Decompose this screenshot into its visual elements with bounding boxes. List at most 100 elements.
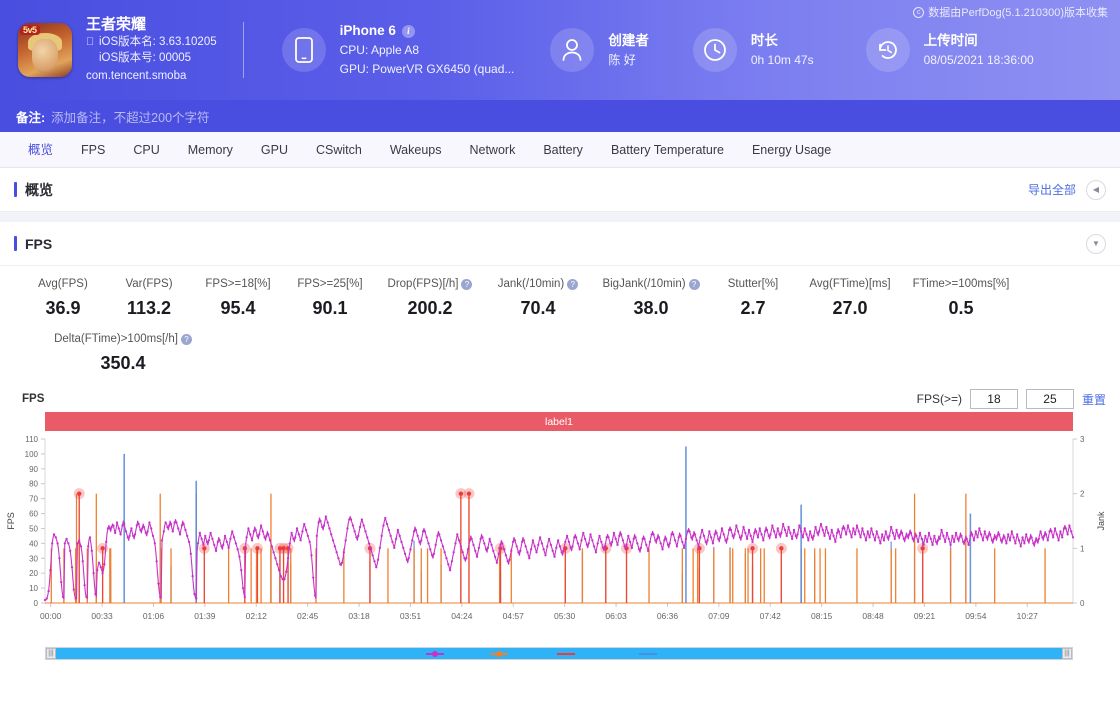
svg-text:30: 30 [29, 554, 38, 563]
tab-cpu[interactable]: CPU [119, 132, 173, 168]
tab-fps[interactable]: FPS [67, 132, 119, 168]
tab-gpu[interactable]: GPU [247, 132, 302, 168]
tab-概览[interactable]: 概览 [14, 132, 67, 168]
fps-chart: FPS FPS(>=) 重置 label1 010203040506070809… [0, 386, 1120, 660]
help-icon[interactable]: ? [567, 279, 578, 290]
scrollbar-handle-left[interactable]: ||| [46, 648, 56, 659]
tab-battery-temperature[interactable]: Battery Temperature [597, 132, 738, 168]
svg-text:Jank: Jank [1096, 511, 1106, 531]
chart-plot-area[interactable]: 0102030405060708090100110FPS0123Jank00:0… [0, 431, 1120, 646]
perfdog-note: c 数据由PerfDog(5.1.210300)版本收集 [913, 4, 1108, 20]
metric-label: FPS>=18[%] [205, 278, 270, 290]
chart-svg[interactable]: 0102030405060708090100110FPS0123Jank00:0… [0, 431, 1120, 646]
tab-network[interactable]: Network [455, 132, 529, 168]
app-package: com.tencent.smoba [86, 68, 217, 85]
metric-2: FPS>=18[%] 95.4 [192, 278, 284, 319]
metric-label: BigJank(/10min)? [602, 278, 699, 290]
duration-label: 时长 [751, 31, 814, 51]
metric-value: 0.5 [948, 298, 973, 319]
duration-value: 0h 10m 47s [751, 51, 814, 70]
svg-text:FPS: FPS [6, 512, 16, 530]
metric-9: FTime>=100ms[%] 0.5 [904, 278, 1018, 319]
metric-label: Drop(FPS)[/h]? [388, 278, 473, 290]
svg-text:04:57: 04:57 [503, 611, 525, 621]
remark-label: 备注: [16, 107, 45, 126]
metric-label: Avg(FPS) [38, 278, 88, 290]
metric-value: 90.1 [312, 298, 347, 319]
app-os-build-row: iOS版本号: 00005 [86, 50, 217, 66]
reset-link[interactable]: 重置 [1082, 391, 1106, 408]
legend-swatch [490, 653, 508, 655]
svg-text:01:39: 01:39 [194, 611, 216, 621]
metric-8: Avg(FTime)[ms]27.0 [796, 278, 904, 319]
remark-input[interactable]: 添加备注，不超过200个字符 [51, 107, 209, 126]
metric-value: 70.4 [520, 298, 555, 319]
legend-swatch [426, 653, 444, 655]
metric-label: Avg(FTime)[ms] [809, 278, 890, 290]
svg-text:110: 110 [25, 435, 38, 444]
svg-text:08:15: 08:15 [811, 611, 833, 621]
app-icon: 5v5 [18, 23, 72, 77]
metric-5: Jank(/10min)? 70.4 [484, 278, 592, 319]
svg-text:0: 0 [34, 599, 39, 608]
metric-label: Delta(FTime)>100ms[/h]? [54, 333, 192, 345]
svg-text:02:12: 02:12 [246, 611, 268, 621]
threshold-high-input[interactable] [1026, 389, 1074, 409]
legend-swatch [557, 653, 575, 655]
history-icon [866, 28, 910, 72]
clock-icon [693, 28, 737, 72]
duration-kv: 时长 0h 10m 47s [751, 31, 814, 70]
svg-text:3: 3 [1080, 435, 1085, 444]
tab-wakeups[interactable]: Wakeups [376, 132, 456, 168]
metric-label: Var(FPS) [125, 278, 172, 290]
chart-toolbar: FPS FPS(>=) 重置 [0, 386, 1120, 412]
app-header: 5v5 王者荣耀  iOS版本名: 3.63.10205 iOS版本号: 00… [0, 0, 1120, 100]
tab-energy-usage[interactable]: Energy Usage [738, 132, 845, 168]
chart-label-band[interactable]: label1 [45, 412, 1073, 431]
metric-label: FPS>=25[%] [297, 278, 362, 290]
app-name: 王者荣耀 [86, 16, 217, 34]
tab-cswitch[interactable]: CSwitch [302, 132, 376, 168]
tab-battery[interactable]: Battery [529, 132, 597, 168]
app-os-build: iOS版本号: 00005 [99, 50, 191, 66]
svg-text:40: 40 [29, 539, 38, 548]
metric-0: Delta(FTime)>100ms[/h]?350.4 [28, 333, 218, 374]
tab-bar: 概览FPSCPUMemoryGPUCSwitchWakeupsNetworkBa… [0, 132, 1120, 168]
info-icon[interactable]: i [402, 25, 415, 38]
fps-ge-label: FPS(>=) [917, 392, 962, 406]
overview-title: 概览 [14, 180, 53, 200]
help-icon[interactable]: ? [181, 334, 192, 345]
remark-bar[interactable]: 备注: 添加备注，不超过200个字符 [0, 100, 1120, 132]
metric-value: 95.4 [220, 298, 255, 319]
metric-7: Stutter[%]2.7 [710, 278, 796, 319]
fps-panel-actions: ▼ [1086, 234, 1106, 254]
creator-block: 创建者 陈 好 [550, 28, 649, 72]
svg-text:10:27: 10:27 [1017, 611, 1039, 621]
metric-label: FTime>=100ms[%] [913, 278, 1010, 290]
expand-down-icon[interactable]: ▼ [1086, 234, 1106, 254]
help-icon[interactable]: ? [461, 279, 472, 290]
metric-3: FPS>=25[%] 90.1 [284, 278, 376, 319]
tab-memory[interactable]: Memory [174, 132, 247, 168]
export-all-link[interactable]: 导出全部 [1028, 181, 1076, 198]
perfdog-note-text: 数据由PerfDog(5.1.210300)版本收集 [928, 4, 1108, 20]
threshold-low-input[interactable] [970, 389, 1018, 409]
scrollbar-handle-right[interactable]: ||| [1062, 648, 1072, 659]
svg-text:100: 100 [25, 450, 39, 459]
svg-text:70: 70 [29, 495, 38, 504]
device-cpu: CPU: Apple A8 [340, 41, 515, 60]
svg-text:1: 1 [1080, 544, 1085, 553]
svg-text:03:51: 03:51 [400, 611, 422, 621]
overview-panel: 概览 导出全部 ◀ [0, 168, 1120, 212]
help-icon[interactable]: ? [689, 279, 700, 290]
metric-4: Drop(FPS)[/h]?200.2 [376, 278, 484, 319]
svg-text:06:03: 06:03 [605, 611, 627, 621]
upload-value: 08/05/2021 18:36:00 [924, 51, 1034, 70]
svg-text:10: 10 [29, 584, 38, 593]
metric-label: Jank(/10min)? [498, 278, 578, 290]
upload-kv: 上传时间 08/05/2021 18:36:00 [924, 31, 1034, 70]
svg-text:03:18: 03:18 [348, 611, 370, 621]
app-os-name: iOS版本名: 3.63.10205 [99, 34, 217, 50]
svg-text:09:54: 09:54 [965, 611, 987, 621]
collapse-left-icon[interactable]: ◀ [1086, 180, 1106, 200]
